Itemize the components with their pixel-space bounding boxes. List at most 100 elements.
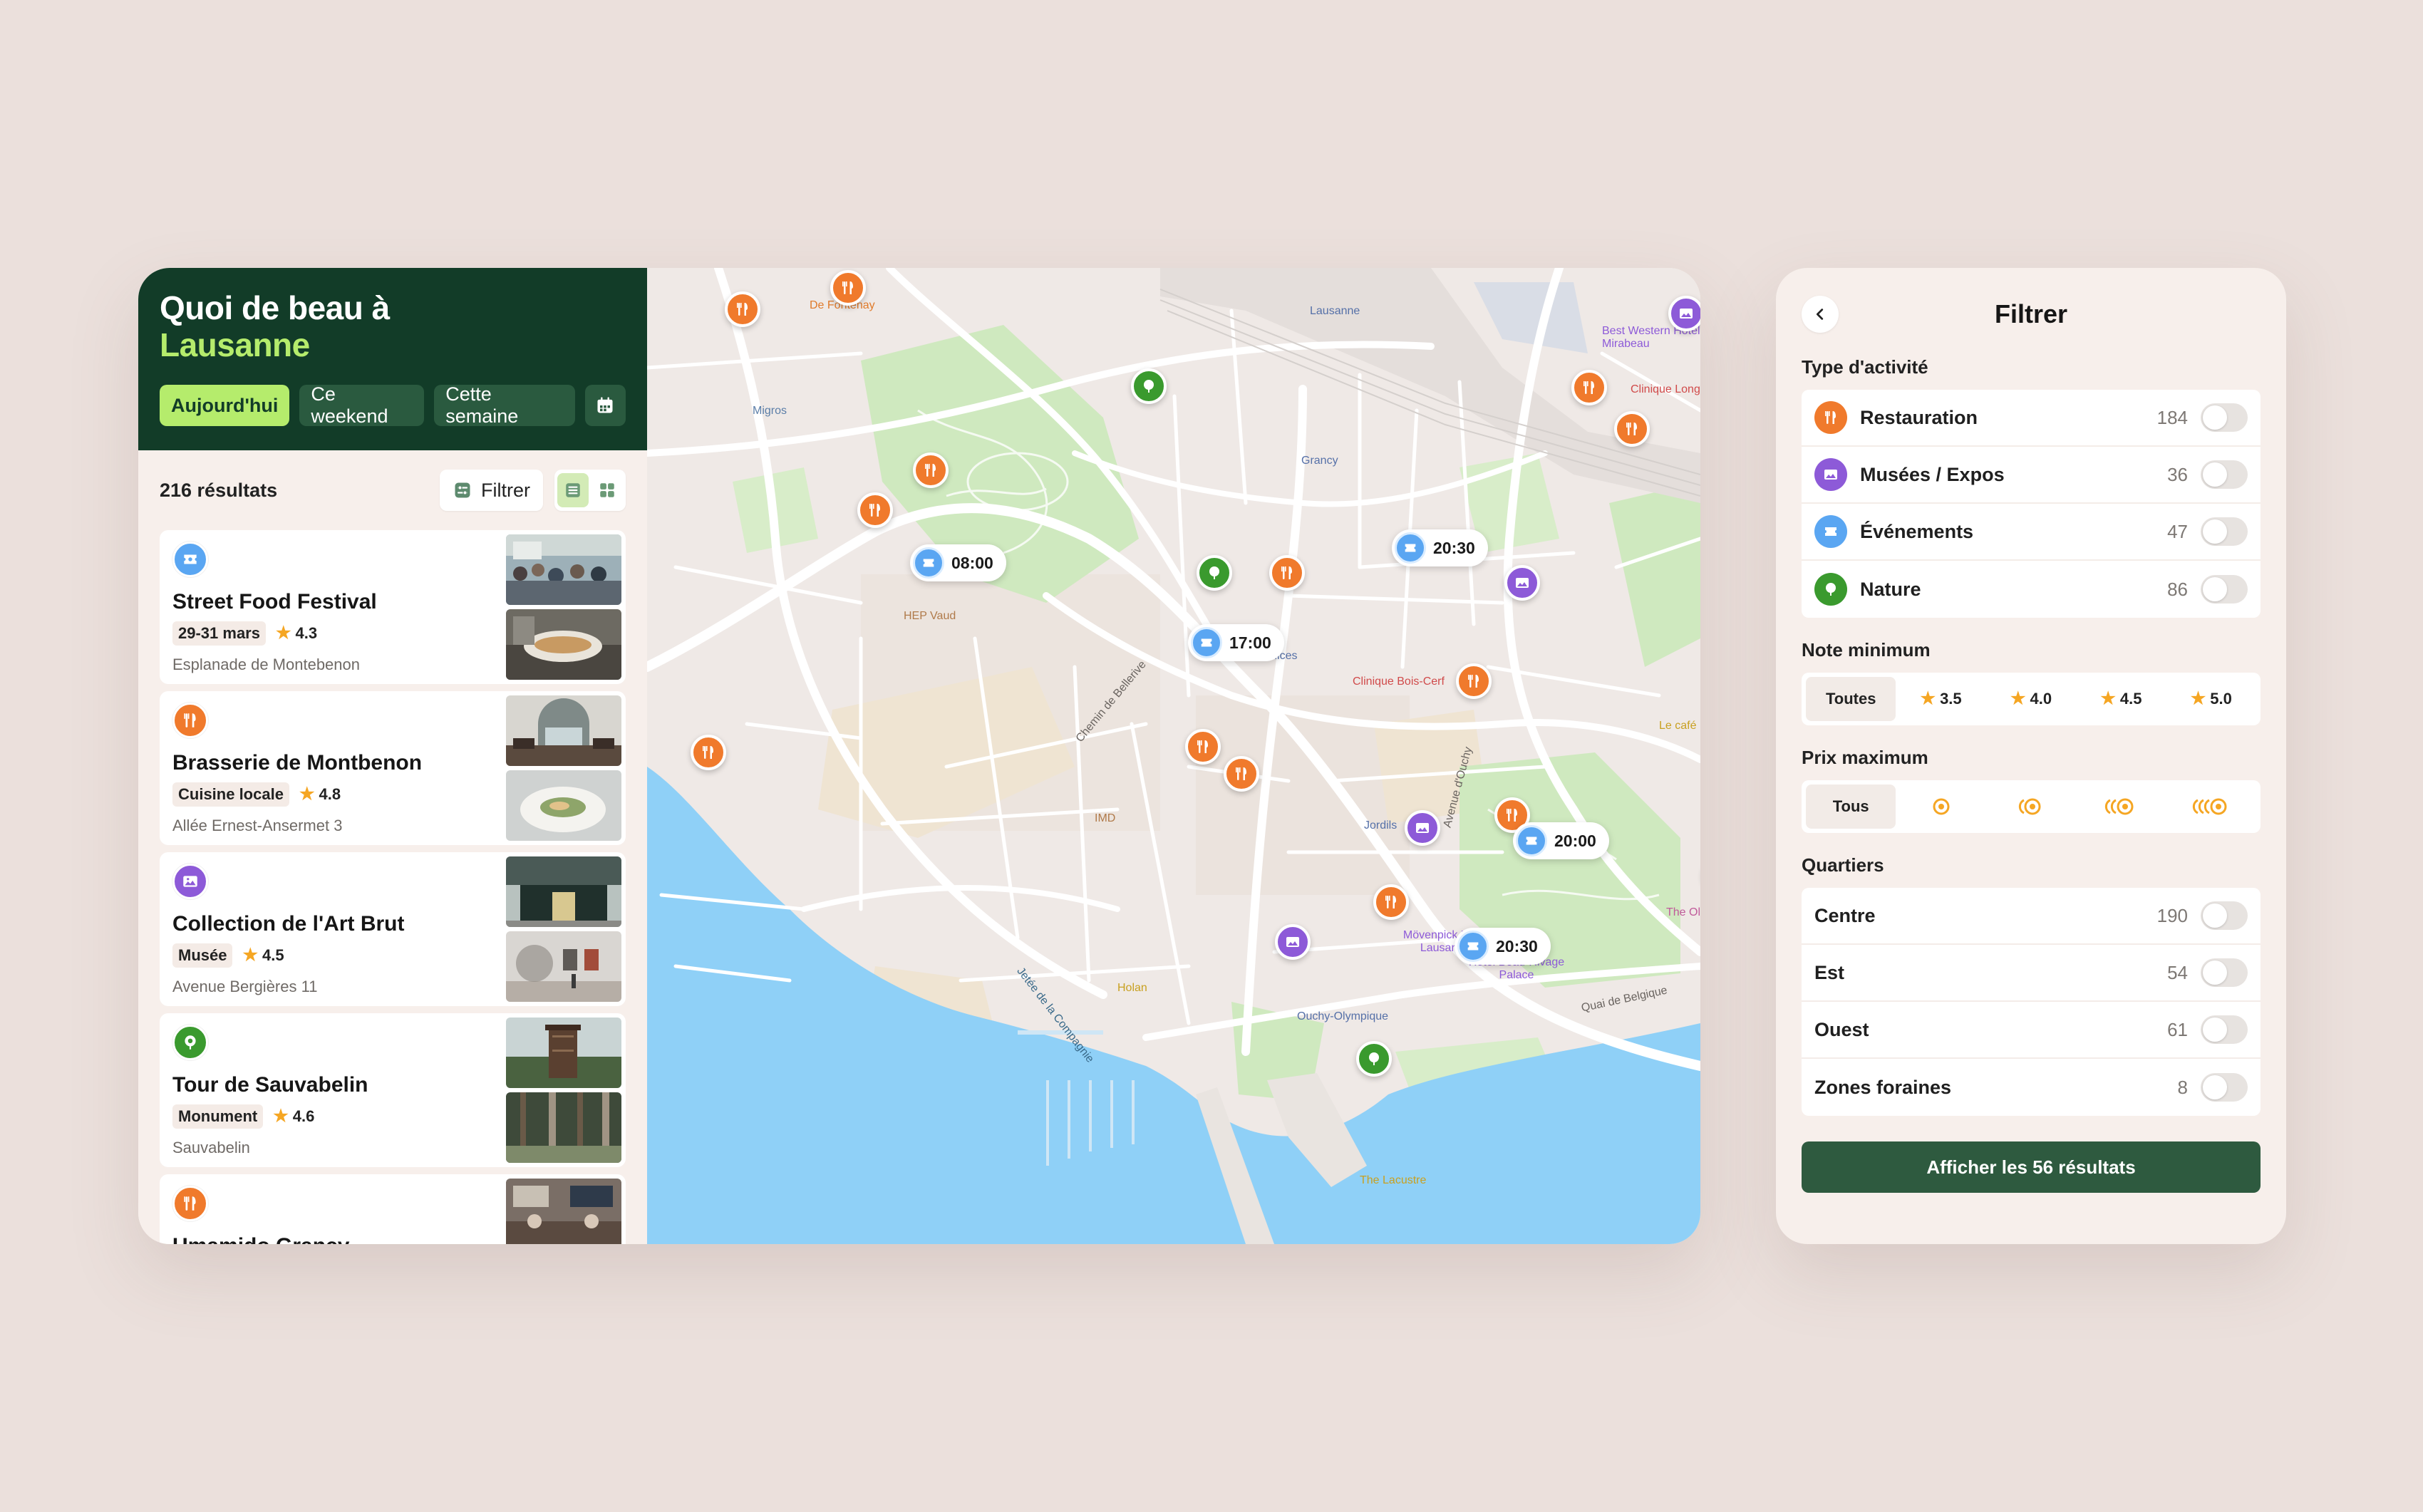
chip-today[interactable]: Aujourd'hui: [160, 385, 290, 426]
coins-icon: [2192, 798, 2227, 815]
list-item[interactable]: Collection de l'Art Brut Musée ★ 4.5 Aven…: [160, 852, 626, 1006]
map-pin-restaurant[interactable]: [1373, 884, 1409, 920]
map-label: Grancy: [1301, 455, 1338, 467]
map-pin-nature[interactable]: [1197, 555, 1232, 591]
map-event-pin[interactable]: 17:00: [1188, 624, 1284, 661]
map-event-pin[interactable]: 20:00: [1513, 822, 1609, 859]
price-option-1[interactable]: [1896, 785, 1985, 829]
map-view[interactable]: De Fontenay Lausanne Best Western Hotel …: [647, 268, 1700, 1244]
toggle-switch[interactable]: [2201, 1073, 2248, 1102]
map-pin-restaurant[interactable]: [1269, 555, 1305, 591]
activity-row-evenements[interactable]: Événements 47: [1802, 504, 2261, 561]
price-section-title: Prix maximum: [1802, 747, 1928, 768]
toggle-switch[interactable]: [2201, 575, 2248, 604]
rating-value: 4.8: [319, 785, 341, 803]
district-row[interactable]: Ouest 61: [1802, 1002, 2261, 1059]
item-rating: ★ 4.3: [276, 624, 317, 643]
activity-row-nature[interactable]: Nature 86: [1802, 561, 2261, 618]
calendar-icon: [597, 397, 613, 413]
item-rating: ★ 4.6: [273, 1107, 314, 1126]
filter-button-label: Filtrer: [481, 479, 530, 501]
chip-week[interactable]: Cette semaine: [434, 383, 575, 427]
back-button[interactable]: [1802, 296, 1839, 333]
ticket-icon: [1395, 532, 1426, 564]
utensils-icon: [703, 746, 713, 759]
event-time: 20:30: [1496, 936, 1538, 956]
map-pin-restaurant[interactable]: [1456, 663, 1492, 699]
item-photos: [506, 856, 621, 1002]
price-option-3[interactable]: [2076, 785, 2166, 829]
utensils-icon: [1236, 767, 1246, 780]
map-pin-restaurant[interactable]: [1224, 756, 1259, 792]
map-event-pin[interactable]: 20:30: [1455, 928, 1551, 965]
district-row[interactable]: Zones foraines 8: [1802, 1059, 2261, 1116]
toggle-switch[interactable]: [2201, 901, 2248, 930]
tree-icon: [172, 1025, 208, 1060]
map-pin-museum[interactable]: [1504, 565, 1540, 601]
map-label: Ouchy-Olympique: [1297, 1010, 1389, 1022]
item-tag: 29-31 mars: [172, 621, 266, 646]
item-tag: Cuisine locale: [172, 782, 289, 807]
rating-option[interactable]: ★ 5.0: [2166, 677, 2256, 721]
filter-header: Filtrer: [1802, 294, 2261, 335]
toggle-switch[interactable]: [2201, 403, 2248, 432]
event-time: 20:30: [1433, 538, 1475, 557]
rating-option[interactable]: ★ 4.5: [2076, 677, 2166, 721]
rating-option[interactable]: ★ 3.5: [1896, 677, 1985, 721]
map-pin-nature[interactable]: [1356, 1041, 1392, 1077]
toggle-switch[interactable]: [2201, 460, 2248, 489]
coins-icon: [2105, 798, 2134, 815]
district-row[interactable]: Est 54: [1802, 945, 2261, 1002]
tree-icon: [1144, 380, 1154, 393]
activity-row-restauration[interactable]: Restauration 184: [1802, 390, 2261, 447]
list-item[interactable]: Street Food Festival 29-31 mars ★ 4.3 Esp…: [160, 530, 626, 684]
tree-icon: [1209, 566, 1219, 579]
map-pin-restaurant[interactable]: [830, 270, 866, 306]
calendar-button[interactable]: [584, 385, 626, 426]
activity-section-title: Type d'activité: [1802, 356, 1928, 378]
item-photos: [506, 534, 621, 680]
map-pin-nature[interactable]: [1131, 368, 1167, 404]
utensils-icon: [172, 703, 208, 738]
district-row[interactable]: Centre 190: [1802, 888, 2261, 945]
map-canvas: [647, 268, 1700, 1244]
ticket-icon: [1814, 515, 1847, 548]
map-pin-museum[interactable]: [1405, 810, 1440, 846]
star-icon: ★: [242, 946, 258, 965]
list-item[interactable]: Tour de Sauvabelin Monument ★ 4.6 Sauvabe…: [160, 1013, 626, 1167]
chip-weekend[interactable]: Ce weekend: [299, 383, 425, 427]
activity-row-musees[interactable]: Musées / Expos 36: [1802, 447, 2261, 504]
utensils-icon: [869, 504, 880, 517]
map-event-pin[interactable]: 08:00: [910, 544, 1006, 581]
price-option-4[interactable]: [2166, 785, 2256, 829]
utensils-icon: [1626, 423, 1637, 435]
picture-icon: [1516, 578, 1529, 588]
map-pin-restaurant[interactable]: [913, 452, 949, 488]
map-pin-restaurant[interactable]: [1185, 729, 1221, 765]
rating-option-all[interactable]: Toutes: [1806, 677, 1896, 721]
toggle-switch[interactable]: [2201, 517, 2248, 546]
map-event-pin[interactable]: 20:30: [1392, 529, 1488, 566]
map-pin-museum[interactable]: [1668, 296, 1700, 331]
toggle-switch[interactable]: [2201, 958, 2248, 987]
price-option-all[interactable]: Tous: [1806, 785, 1896, 829]
rating-option[interactable]: ★ 4.0: [1986, 677, 2076, 721]
district-label: Est: [1814, 961, 1845, 983]
show-results-button[interactable]: Afficher les 56 résultats: [1802, 1141, 2261, 1193]
map-pin-restaurant[interactable]: [1571, 370, 1607, 405]
map-pin-restaurant[interactable]: [725, 291, 760, 327]
list-item[interactable]: Brasserie de Montbenon Cuisine locale ★ 4…: [160, 691, 626, 845]
map-pin-restaurant[interactable]: [691, 735, 726, 770]
district-count: 190: [2156, 904, 2188, 926]
rating-selector: Toutes ★ 3.5 ★ 4.0 ★ 4.5 ★ 5.0: [1802, 673, 2261, 725]
map-pin-restaurant[interactable]: [1614, 411, 1650, 447]
list-icon: [566, 483, 580, 497]
map-pin-restaurant[interactable]: [857, 492, 893, 528]
map-pin-museum[interactable]: [1275, 924, 1311, 960]
toggle-switch[interactable]: [2201, 1015, 2248, 1044]
list-item[interactable]: Umamido Grancy: [160, 1174, 626, 1244]
grid-view-button[interactable]: [591, 473, 623, 507]
filter-button[interactable]: Filtrer: [440, 470, 543, 511]
list-view-button[interactable]: [557, 473, 589, 507]
price-option-2[interactable]: [1986, 785, 2076, 829]
